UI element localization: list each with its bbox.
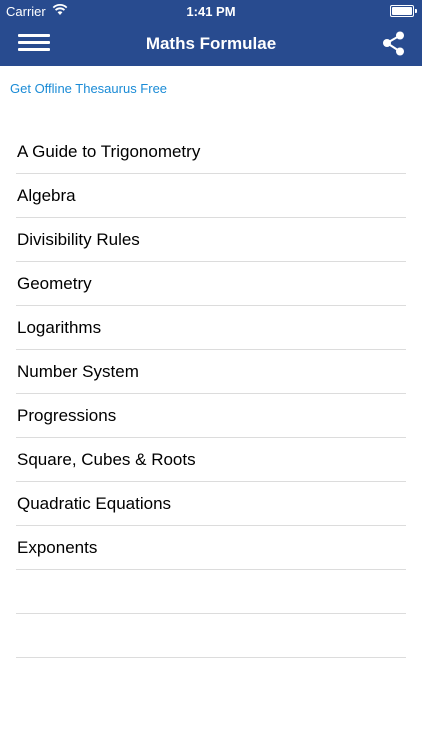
list-item-number-system[interactable]: Number System: [16, 350, 406, 394]
page-title: Maths Formulae: [145, 34, 277, 53]
list-item-quadratic-equations[interactable]: Quadratic Equations: [16, 482, 406, 526]
offline-thesaurus-link[interactable]: Get Offline Thesaurus Free: [10, 81, 167, 96]
navigation-bar: Carrier 1:41 PM Maths Formulae: [0, 0, 422, 66]
share-icon: [383, 31, 404, 56]
empty-list-row: [16, 570, 406, 614]
list-item-square-cubes-roots[interactable]: Square, Cubes & Roots: [16, 438, 406, 482]
list-item-progressions[interactable]: Progressions: [16, 394, 406, 438]
battery-icon: [390, 5, 417, 17]
list-item-divisibility-rules[interactable]: Divisibility Rules: [16, 218, 406, 262]
empty-list-row: [16, 614, 406, 658]
list-item-trigonometry[interactable]: A Guide to Trigonometry: [16, 130, 406, 174]
status-bar: Carrier 1:41 PM: [0, 0, 422, 22]
list-item-logarithms[interactable]: Logarithms: [16, 306, 406, 350]
list-item-algebra[interactable]: Algebra: [16, 174, 406, 218]
list-item-exponents[interactable]: Exponents: [16, 526, 406, 570]
topic-list: A Guide to Trigonometry Algebra Divisibi…: [16, 130, 406, 658]
share-button[interactable]: [380, 30, 408, 58]
status-time: 1:41 PM: [186, 4, 236, 19]
list-item-geometry[interactable]: Geometry: [16, 262, 406, 306]
